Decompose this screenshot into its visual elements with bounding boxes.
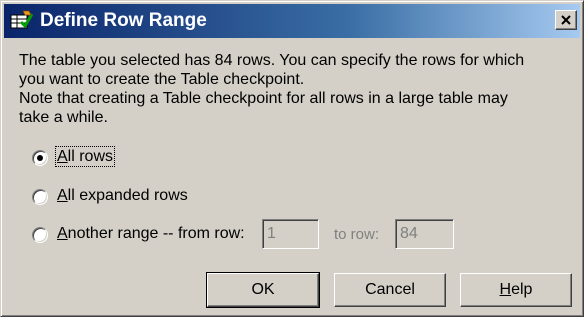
message-line-2: you want to create the Table checkpoint. [19,71,305,88]
to-row-label: to row: [334,226,380,243]
ok-label: OK [251,281,275,298]
cancel-button[interactable]: Cancel [334,273,446,307]
another-range-mnemonic: A [57,225,68,242]
help-mnemonic: H [499,281,512,298]
close-icon [561,15,571,25]
dialog-title: Define Row Range [40,10,207,31]
message-line-1: The table you selected has 84 rows. You … [19,52,525,69]
help-label-rest: elp [511,281,533,298]
another-range-radio[interactable] [32,227,48,243]
another-range-label[interactable]: Another range -- from row: [57,225,245,243]
message-line-4: take a while. [19,109,108,126]
radio-selected-dot [37,155,43,161]
all-expanded-mnemonic: A [57,187,68,204]
all-expanded-rows-radio[interactable] [32,189,48,205]
all-rows-radio[interactable] [32,150,48,166]
message-line-3: Note that creating a Table checkpoint fo… [19,90,508,107]
from-row-input[interactable] [262,219,319,249]
table-checkpoint-icon [9,9,34,33]
another-range-text: nother range -- from row: [67,225,245,242]
close-button[interactable] [555,10,577,30]
help-button[interactable]: Help [460,273,572,307]
title-bar[interactable]: Define Row Range [4,4,580,38]
to-row-input[interactable] [395,219,454,249]
cancel-label: Cancel [365,281,415,298]
ok-button[interactable]: OK [206,272,320,308]
define-row-range-dialog: Define Row Range The table you selected … [0,0,584,317]
all-rows-mnemonic: A [57,148,68,165]
all-expanded-text: ll expanded rows [67,187,188,204]
all-rows-label[interactable]: All rows [54,146,116,167]
all-expanded-rows-label[interactable]: All expanded rows [57,187,188,205]
all-rows-text: ll rows [67,148,114,165]
